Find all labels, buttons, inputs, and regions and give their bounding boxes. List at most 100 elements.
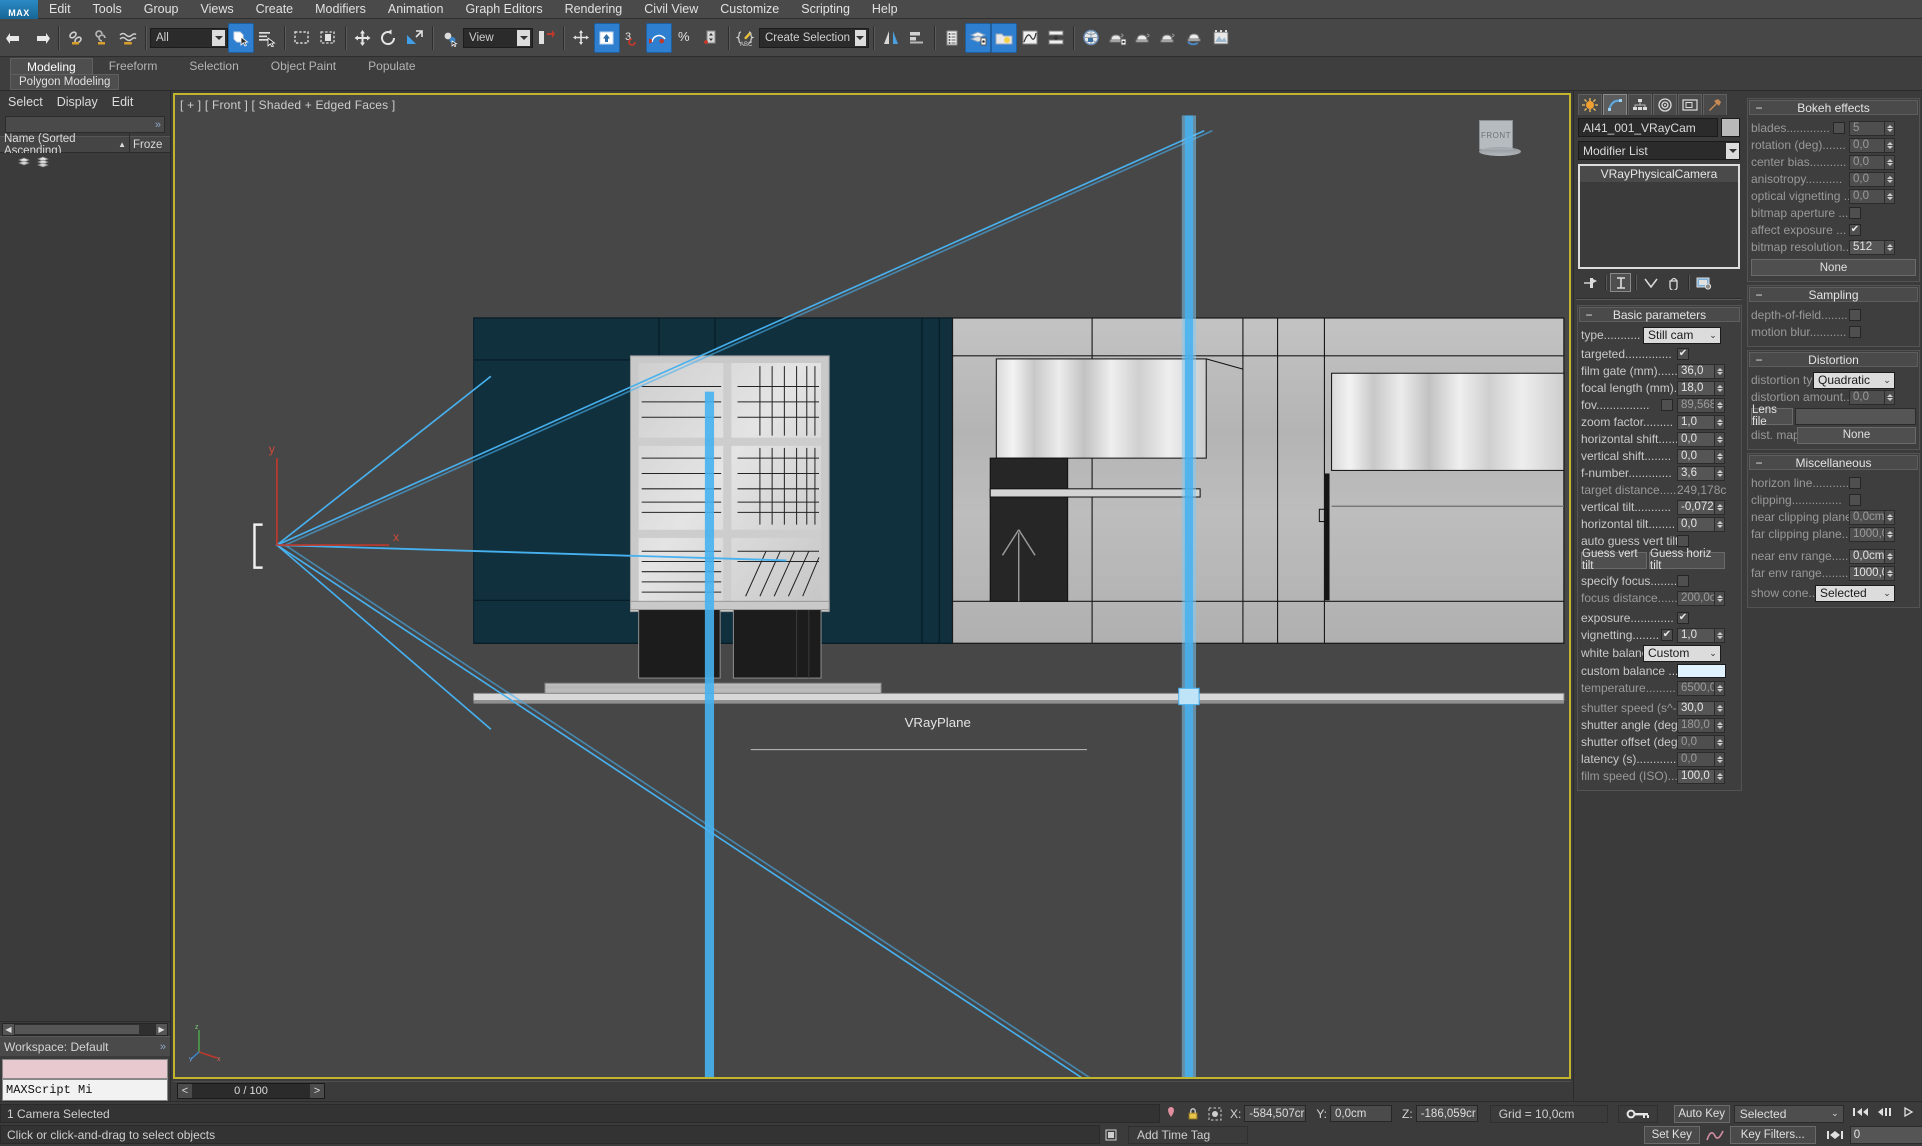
chevron-down-icon-keymode[interactable]: ⌄: [1831, 1108, 1843, 1119]
scroll-right-icon[interactable]: ▶: [156, 1023, 167, 1035]
scroll-left-icon[interactable]: ◀: [3, 1023, 14, 1035]
vertical-tilt-spinner[interactable]: -0,072: [1677, 499, 1725, 515]
render-iterative-icon[interactable]: [1182, 23, 1208, 53]
far-env-range-value[interactable]: 1000,0: [1849, 565, 1885, 581]
configure-modifier-sets-icon[interactable]: [1693, 273, 1714, 292]
horizontal-shift-spinner[interactable]: 0,0: [1677, 431, 1725, 447]
spinner-arrows-temperature[interactable]: [1715, 680, 1725, 696]
film-gate-value[interactable]: 36,0: [1677, 363, 1715, 379]
guess-vert-tilt-button[interactable]: Guess vert tilt: [1581, 548, 1647, 572]
vignetting-value[interactable]: 1,0: [1677, 627, 1715, 643]
spinner-arrows-near-clip[interactable]: [1885, 509, 1895, 525]
focal-length-spinner[interactable]: 18,0: [1677, 380, 1725, 396]
vertical-shift-spinner[interactable]: 0,0: [1677, 448, 1725, 464]
explorer-search-input[interactable]: »: [5, 116, 165, 133]
focal-length-value[interactable]: 18,0: [1677, 380, 1715, 396]
ribbon-tab-object-paint[interactable]: Object Paint: [255, 58, 352, 74]
front-viewport[interactable]: [ + ] [ Front ] [ Shaded + Edged Faces ]…: [173, 93, 1571, 1079]
selection-filter-dropdown[interactable]: All: [150, 27, 228, 48]
spinner-arrows-bitmap-resolution[interactable]: [1885, 239, 1895, 255]
menu-item-customize[interactable]: Customize: [709, 0, 790, 19]
motion-tab-icon[interactable]: [1653, 93, 1677, 115]
explorer-row-list[interactable]: [0, 153, 170, 1021]
time-slider-track[interactable]: < 0 / 100 >: [173, 1081, 1571, 1099]
app-logo[interactable]: MAX: [0, 0, 38, 19]
manage-layers-icon[interactable]: [991, 22, 1017, 53]
set-key-button[interactable]: Set Key: [1643, 1125, 1700, 1144]
spinner-arrows-latency[interactable]: [1715, 751, 1725, 767]
shutter-offset-value[interactable]: 0,0: [1677, 734, 1715, 750]
pin-stack-icon[interactable]: [1580, 273, 1601, 292]
spinner-arrows-zoom[interactable]: [1715, 414, 1725, 430]
auto-guess-vert-tilt-checkbox[interactable]: [1677, 535, 1689, 547]
blades-spinner[interactable]: 5: [1849, 120, 1895, 136]
maxscript-listener-label[interactable]: MAXScript Mi: [2, 1079, 168, 1101]
chevron-down-icon-wb[interactable]: ⌄: [1706, 648, 1720, 659]
rollout-header-sampling[interactable]: − Sampling: [1749, 287, 1918, 302]
horizontal-tilt-spinner[interactable]: 0,0: [1677, 516, 1725, 532]
modifier-stack-item[interactable]: VRayPhysicalCamera: [1580, 166, 1738, 182]
rollout-collapse-icon[interactable]: −: [1580, 308, 1598, 322]
center-bias-spinner[interactable]: 0,0: [1849, 154, 1895, 170]
ribbon-tab-freeform[interactable]: Freeform: [93, 58, 174, 74]
x-coordinate-field[interactable]: -584,507cr: [1244, 1105, 1307, 1122]
time-slider-prev[interactable]: <: [178, 1083, 192, 1098]
bind-to-space-warp-icon[interactable]: [115, 23, 141, 53]
curve-editor-icon[interactable]: [1017, 23, 1043, 53]
center-bias-value[interactable]: 0,0: [1849, 154, 1885, 170]
targeted-checkbox[interactable]: [1677, 348, 1689, 360]
far-clipping-plane-spinner[interactable]: 1000,0: [1849, 526, 1895, 542]
zoom-factor-spinner[interactable]: 1,0: [1677, 414, 1725, 430]
temperature-value[interactable]: 6500,0: [1677, 680, 1715, 696]
spinner-snap-toggle-icon[interactable]: %: [672, 23, 698, 53]
spinner-arrows-blades[interactable]: [1885, 120, 1895, 136]
menu-item-edit[interactable]: Edit: [38, 0, 82, 19]
rotation-spinner[interactable]: 0,0: [1849, 137, 1895, 153]
menu-item-modifiers[interactable]: Modifiers: [304, 0, 377, 19]
shutter-offset-spinner[interactable]: 0,0: [1677, 734, 1725, 750]
shutter-speed-spinner[interactable]: 30,0: [1677, 700, 1725, 716]
dist-map-button[interactable]: None: [1797, 426, 1916, 444]
workspace-selector[interactable]: Workspace: Default »: [0, 1036, 170, 1056]
key-mode-dropdown[interactable]: Selected ⌄: [1733, 1104, 1844, 1123]
viewcube-compass-ring[interactable]: [1479, 147, 1521, 156]
make-unique-icon[interactable]: [1640, 273, 1661, 292]
type-dropdown[interactable]: Still cam ⌄: [1643, 326, 1721, 344]
utilities-tab-icon[interactable]: [1703, 93, 1727, 115]
horizontal-tilt-value[interactable]: 0,0: [1677, 516, 1715, 532]
spinner-arrows-anisotropy[interactable]: [1885, 171, 1895, 187]
spinner-arrows-vshift[interactable]: [1715, 448, 1725, 464]
rectangular-selection-region-icon[interactable]: [289, 23, 315, 53]
horizontal-shift-value[interactable]: 0,0: [1677, 431, 1715, 447]
render-setup-icon[interactable]: [1104, 23, 1130, 53]
key-curve-icon[interactable]: [1704, 1125, 1726, 1145]
absolute-relative-transform-icon[interactable]: [1204, 1104, 1226, 1124]
distortion-amount-value[interactable]: 0,0: [1849, 389, 1885, 405]
material-editor-icon[interactable]: [1078, 23, 1104, 53]
current-frame-spinner[interactable]: 0: [1849, 1125, 1922, 1144]
fov-value[interactable]: 89,568: [1677, 397, 1715, 413]
optical-vignetting-value[interactable]: 0,0: [1849, 188, 1885, 204]
use-pivot-center-icon[interactable]: [437, 23, 463, 53]
white-balance-dropdown[interactable]: Custom ⌄: [1643, 644, 1721, 662]
play-animation-icon[interactable]: [1900, 1106, 1918, 1121]
current-frame-value[interactable]: 0: [1849, 1125, 1922, 1144]
rollout-header-bokeh[interactable]: − Bokeh effects: [1749, 100, 1918, 115]
toggle-scene-explorer-icon[interactable]: [939, 23, 965, 53]
lens-file-value[interactable]: [1795, 407, 1916, 425]
explorer-menu-select[interactable]: Select: [8, 95, 43, 109]
rollout-header-distortion[interactable]: − Distortion: [1749, 352, 1918, 367]
viewcube-face-front[interactable]: FRONT: [1479, 120, 1513, 150]
chevron-down-icon-modifier[interactable]: [1726, 142, 1739, 159]
spinner-arrows-distortion-amount[interactable]: [1885, 389, 1895, 405]
motion-blur-checkbox[interactable]: [1849, 326, 1861, 338]
edit-named-selection-sets-icon[interactable]: ABC: [733, 23, 759, 53]
auto-key-button[interactable]: Auto Key: [1673, 1104, 1730, 1123]
near-clipping-plane-spinner[interactable]: 0,0cm: [1849, 509, 1895, 525]
unlink-selection-icon[interactable]: [89, 23, 115, 53]
rollout-header-basic-parameters[interactable]: − Basic parameters: [1579, 307, 1740, 322]
viewport-label[interactable]: [ + ] [ Front ] [ Shaded + Edged Faces ]: [180, 98, 395, 112]
list-item[interactable]: [0, 153, 170, 170]
show-end-result-icon[interactable]: [1610, 273, 1631, 292]
menu-item-civil-view[interactable]: Civil View: [633, 0, 709, 19]
